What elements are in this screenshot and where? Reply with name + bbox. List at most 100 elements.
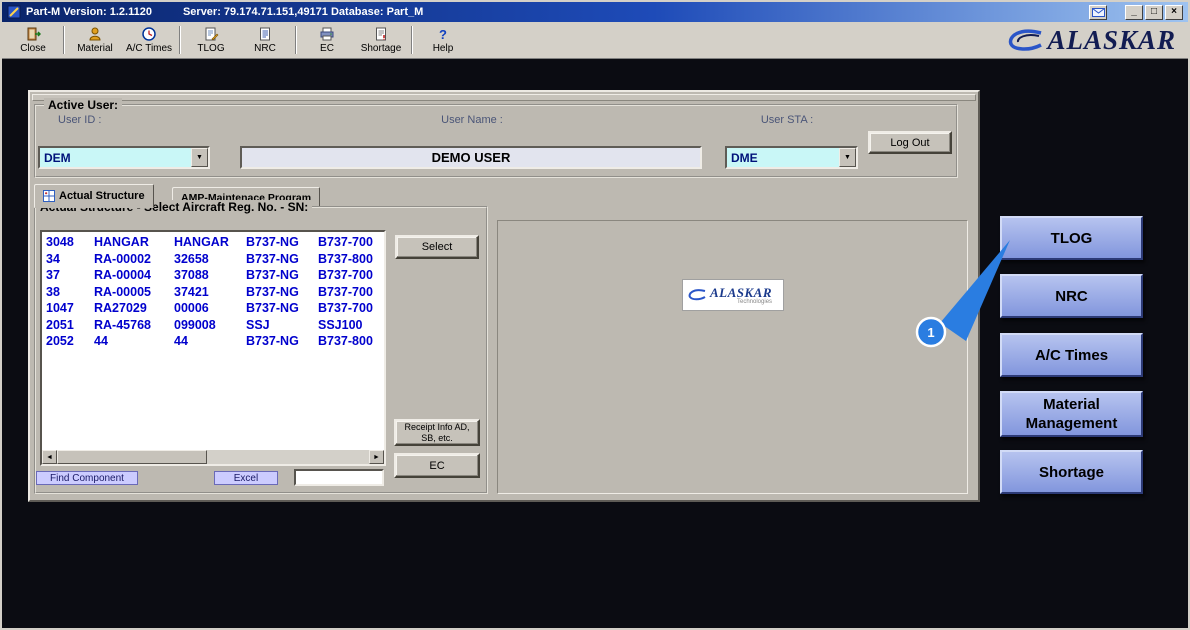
horizontal-scrollbar[interactable]: ◄ ► [42,450,384,464]
select-button[interactable]: Select [395,235,479,259]
aircraft-row[interactable]: 38RA-0000537421B737-NGB737-700 [46,284,380,301]
desktop: Active User: User ID : User Name : User … [2,59,1188,628]
scroll-right-arrow-icon[interactable]: ► [369,450,384,464]
user-sta-value: DME [727,151,839,165]
user-sta-label: User STA : [687,114,887,126]
aircraft-row[interactable]: 20524444B737-NGB737-800 [46,333,380,350]
alaskar-swoosh-icon [1005,25,1045,55]
window-controls: _ □ × [1089,5,1183,20]
toolbar-button-label: Close [20,43,46,54]
aircraft-type: B737-700 [318,284,380,301]
aircraft-reg: RA-00002 [94,251,174,268]
aircraft-id: 1047 [46,300,94,317]
aircraft-sn: 44 [174,333,246,350]
side-button-nrc[interactable]: NRC [1000,274,1143,318]
tab-actual-structure[interactable]: Actual Structure [34,184,154,208]
aircraft-reg: 44 [94,333,174,350]
scrollbar-thumb[interactable] [57,450,207,464]
side-button-tlog[interactable]: TLOG [1000,216,1143,260]
toolbar-nrc-button[interactable]: NRC [238,24,292,57]
aircraft-sn: 00006 [174,300,246,317]
main-panel: Active User: User ID : User Name : User … [28,90,980,502]
aircraft-family: B737-NG [246,267,318,284]
ec-button[interactable]: EC [394,453,480,478]
user-id-value: DEM [40,151,191,165]
aircraft-row[interactable]: 34RA-0000232658B737-NGB737-800 [46,251,380,268]
material-person-icon [87,26,103,42]
scroll-left-arrow-icon[interactable]: ◄ [42,450,57,464]
toolbar-button-label: TLOG [197,43,224,54]
toolbar-material-button[interactable]: Material [68,24,122,57]
minimize-button[interactable]: _ [1125,5,1143,20]
toolbar-separator [295,26,297,54]
aircraft-type: B737-700 [318,234,380,251]
window-title-server: Server: 79.174.71.151,49171 Database: Pa… [183,6,423,18]
find-component-button[interactable]: Find Component [36,471,138,485]
chevron-down-icon[interactable]: ▼ [839,148,856,167]
tlog-document-icon [203,26,219,42]
aircraft-id: 37 [46,267,94,284]
toolbar-separator [411,26,413,54]
aircraft-sn: HANGAR [174,234,246,251]
toolbar-ac-times-button[interactable]: A/C Times [122,24,176,57]
aircraft-id: 2051 [46,317,94,334]
aircraft-listbox[interactable]: 3048HANGARHANGARB737-NGB737-700 34RA-000… [40,230,386,466]
toolbar-button-label: A/C Times [126,43,172,54]
toolbar-separator [179,26,181,54]
toolbar-help-button[interactable]: ? Help [416,24,470,57]
logo-name: ALASKAR [710,286,772,299]
alaskar-logo-small: ALASKAR Technologies [682,279,784,311]
toolbar: Close Material A/C Times TLOG [2,22,1188,59]
titlebar: Part-M Version: 1.2.1120 Server: 79.174.… [2,2,1188,22]
titlebar-tool-button[interactable] [1089,5,1107,20]
toolbar-ec-button[interactable]: EC [300,24,354,57]
side-button-shortage[interactable]: Shortage [1000,450,1143,494]
aircraft-row[interactable]: 37RA-0000437088B737-NGB737-700 [46,267,380,284]
aircraft-family: B737-NG [246,333,318,350]
toolbar-close-button[interactable]: Close [6,24,60,57]
aircraft-id: 38 [46,284,94,301]
receipt-info-button[interactable]: Receipt Info AD, SB, etc. [394,419,480,446]
side-button-ac-times[interactable]: A/C Times [1000,333,1143,377]
brand-logo: ALASKAR [1005,25,1176,56]
aircraft-sn: 37421 [174,284,246,301]
active-user-group-title: Active User: [44,98,122,112]
app-window: Part-M Version: 1.2.1120 Server: 79.174.… [0,0,1190,630]
help-icon: ? [439,26,447,42]
toolbar-button-label: Shortage [361,43,402,54]
user-sta-combobox[interactable]: DME ▼ [725,146,858,169]
toolbar-tlog-button[interactable]: TLOG [184,24,238,57]
aircraft-type: B737-700 [318,267,380,284]
detail-panel: ALASKAR Technologies [497,220,968,494]
aircraft-family: B737-NG [246,251,318,268]
search-input[interactable] [294,469,384,486]
side-button-material-management[interactable]: Material Management [1000,391,1143,437]
maximize-button[interactable]: □ [1145,5,1163,20]
nrc-document-icon [257,26,273,42]
aircraft-family: B737-NG [246,284,318,301]
toolbar-button-label: EC [320,43,334,54]
tab-label: Actual Structure [59,190,145,202]
aircraft-family: B737-NG [246,300,318,317]
structure-grid-icon [43,190,55,202]
aircraft-row[interactable]: 1047RA2702900006B737-NGB737-700 [46,300,380,317]
aircraft-row[interactable]: 3048HANGARHANGARB737-NGB737-700 [46,234,380,251]
toolbar-separator [63,26,65,54]
aircraft-id: 34 [46,251,94,268]
chevron-down-icon[interactable]: ▼ [191,148,208,167]
user-name-field[interactable]: DEMO USER [240,146,702,169]
user-id-combobox[interactable]: DEM ▼ [38,146,210,169]
alaskar-swoosh-icon [687,287,707,303]
aircraft-row[interactable]: 2051RA-45768099008SSJSSJ100 [46,317,380,334]
exit-door-icon [25,26,41,42]
aircraft-sn: 32658 [174,251,246,268]
window-title: Part-M Version: 1.2.1120 [26,6,152,18]
aircraft-type: B737-700 [318,300,380,317]
aircraft-reg: RA27029 [94,300,174,317]
app-icon [7,5,21,19]
aircraft-type: B737-800 [318,333,380,350]
excel-button[interactable]: Excel [214,471,278,485]
log-out-button[interactable]: Log Out [868,131,952,154]
toolbar-shortage-button[interactable]: Shortage [354,24,408,57]
close-window-button[interactable]: × [1165,5,1183,20]
